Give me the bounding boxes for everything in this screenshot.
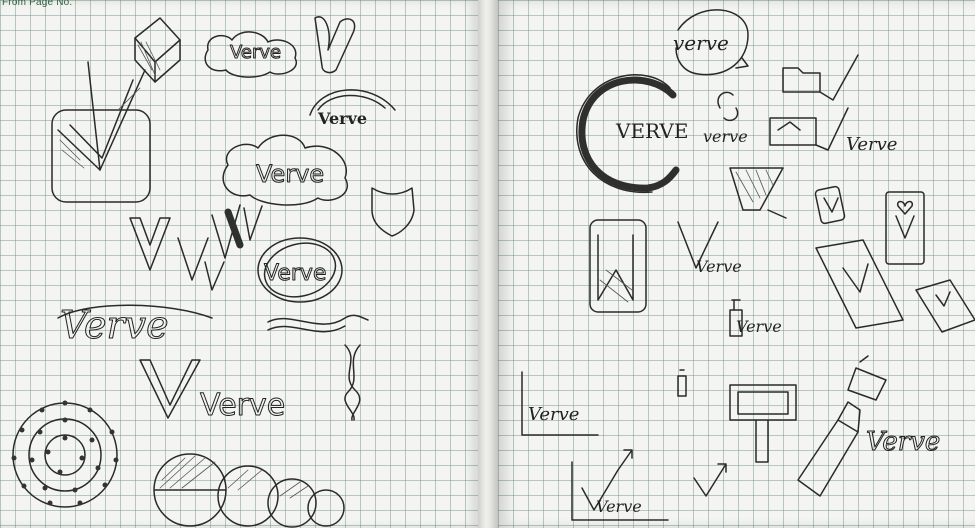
heart-tag-small bbox=[814, 185, 846, 225]
right-wordmark-3: verve bbox=[703, 127, 748, 146]
recycle-wordmark: verve bbox=[703, 91, 748, 146]
left-notebook-page: From Page No. Verve Verve Verve Verve Ve… bbox=[0, 0, 478, 528]
shield-sketch bbox=[371, 187, 415, 237]
hatched-m-sketch bbox=[729, 167, 787, 219]
m-square-sketch bbox=[589, 219, 647, 313]
sign-post-sketch bbox=[729, 384, 797, 463]
bottle-sketch bbox=[797, 355, 887, 497]
ribbon-sketch bbox=[267, 314, 369, 333]
dot-spiral bbox=[11, 400, 119, 508]
v-badge-sketch bbox=[51, 61, 151, 203]
right-wordmark-2: VERVE bbox=[615, 119, 688, 143]
v-shapes-cluster bbox=[129, 204, 263, 291]
right-wordmark-7: Verve bbox=[528, 404, 579, 425]
check-arrow-sketch bbox=[693, 463, 727, 497]
script-wordmark: Verve bbox=[57, 303, 213, 348]
graph-wordmark-1: Verve bbox=[521, 371, 599, 436]
left-wordmark-2: Verve bbox=[317, 109, 367, 128]
folder-v-sketch bbox=[782, 54, 859, 101]
right-notebook-page: verve VERVE verve Verve Verve Verve Verv… bbox=[498, 0, 975, 528]
graph-wordmark-2: Verve bbox=[571, 449, 669, 521]
left-page-sketches: Verve Verve Verve Verve Verve Verve bbox=[11, 16, 415, 528]
tilted-heart-card-2 bbox=[915, 279, 975, 333]
cloud-wordmark-1: Verve bbox=[204, 31, 298, 78]
heart-card bbox=[885, 191, 925, 265]
small-bottle-sketch bbox=[677, 369, 687, 397]
big-v-wordmark: Verve bbox=[139, 359, 286, 424]
left-wordmark-1: Verve bbox=[230, 42, 281, 63]
cloud-v-sketch bbox=[314, 16, 356, 74]
bottle-v-wordmark: Verve bbox=[729, 299, 782, 337]
right-wordmark-6: Verve bbox=[736, 317, 782, 336]
v-erve-wordmark: Verve bbox=[677, 221, 742, 276]
right-page-sketches: verve VERVE verve Verve Verve Verve Verv… bbox=[521, 9, 975, 521]
right-wordmark-4: Verve bbox=[846, 134, 897, 155]
left-wordmark-3: Verve bbox=[256, 160, 324, 188]
right-wordmark-1: verve bbox=[673, 31, 729, 55]
dna-sketch bbox=[344, 344, 361, 421]
right-wordmark-5: Verve bbox=[696, 257, 742, 276]
cloud-wordmark-2: Verve bbox=[222, 134, 348, 206]
right-wordmark-8: Verve bbox=[596, 497, 642, 516]
circle-arrow-wordmark: verve bbox=[673, 9, 749, 76]
cube-sketch bbox=[134, 17, 181, 83]
left-wordmark-4: Verve bbox=[264, 261, 326, 286]
c-ring-wordmark: VERVE bbox=[576, 74, 688, 193]
left-wordmark-6: Verve bbox=[200, 388, 285, 423]
arc-wordmark: Verve bbox=[309, 89, 396, 128]
tilted-heart-card bbox=[815, 239, 904, 329]
right-wordmark-9: Verve bbox=[866, 427, 940, 457]
circle-wordmark: Verve bbox=[257, 237, 343, 303]
left-wordmark-5: Verve bbox=[60, 303, 169, 347]
overlapping-circles bbox=[153, 453, 345, 528]
box-v-wordmark: Verve bbox=[769, 107, 897, 155]
notebook-spine bbox=[478, 0, 498, 528]
